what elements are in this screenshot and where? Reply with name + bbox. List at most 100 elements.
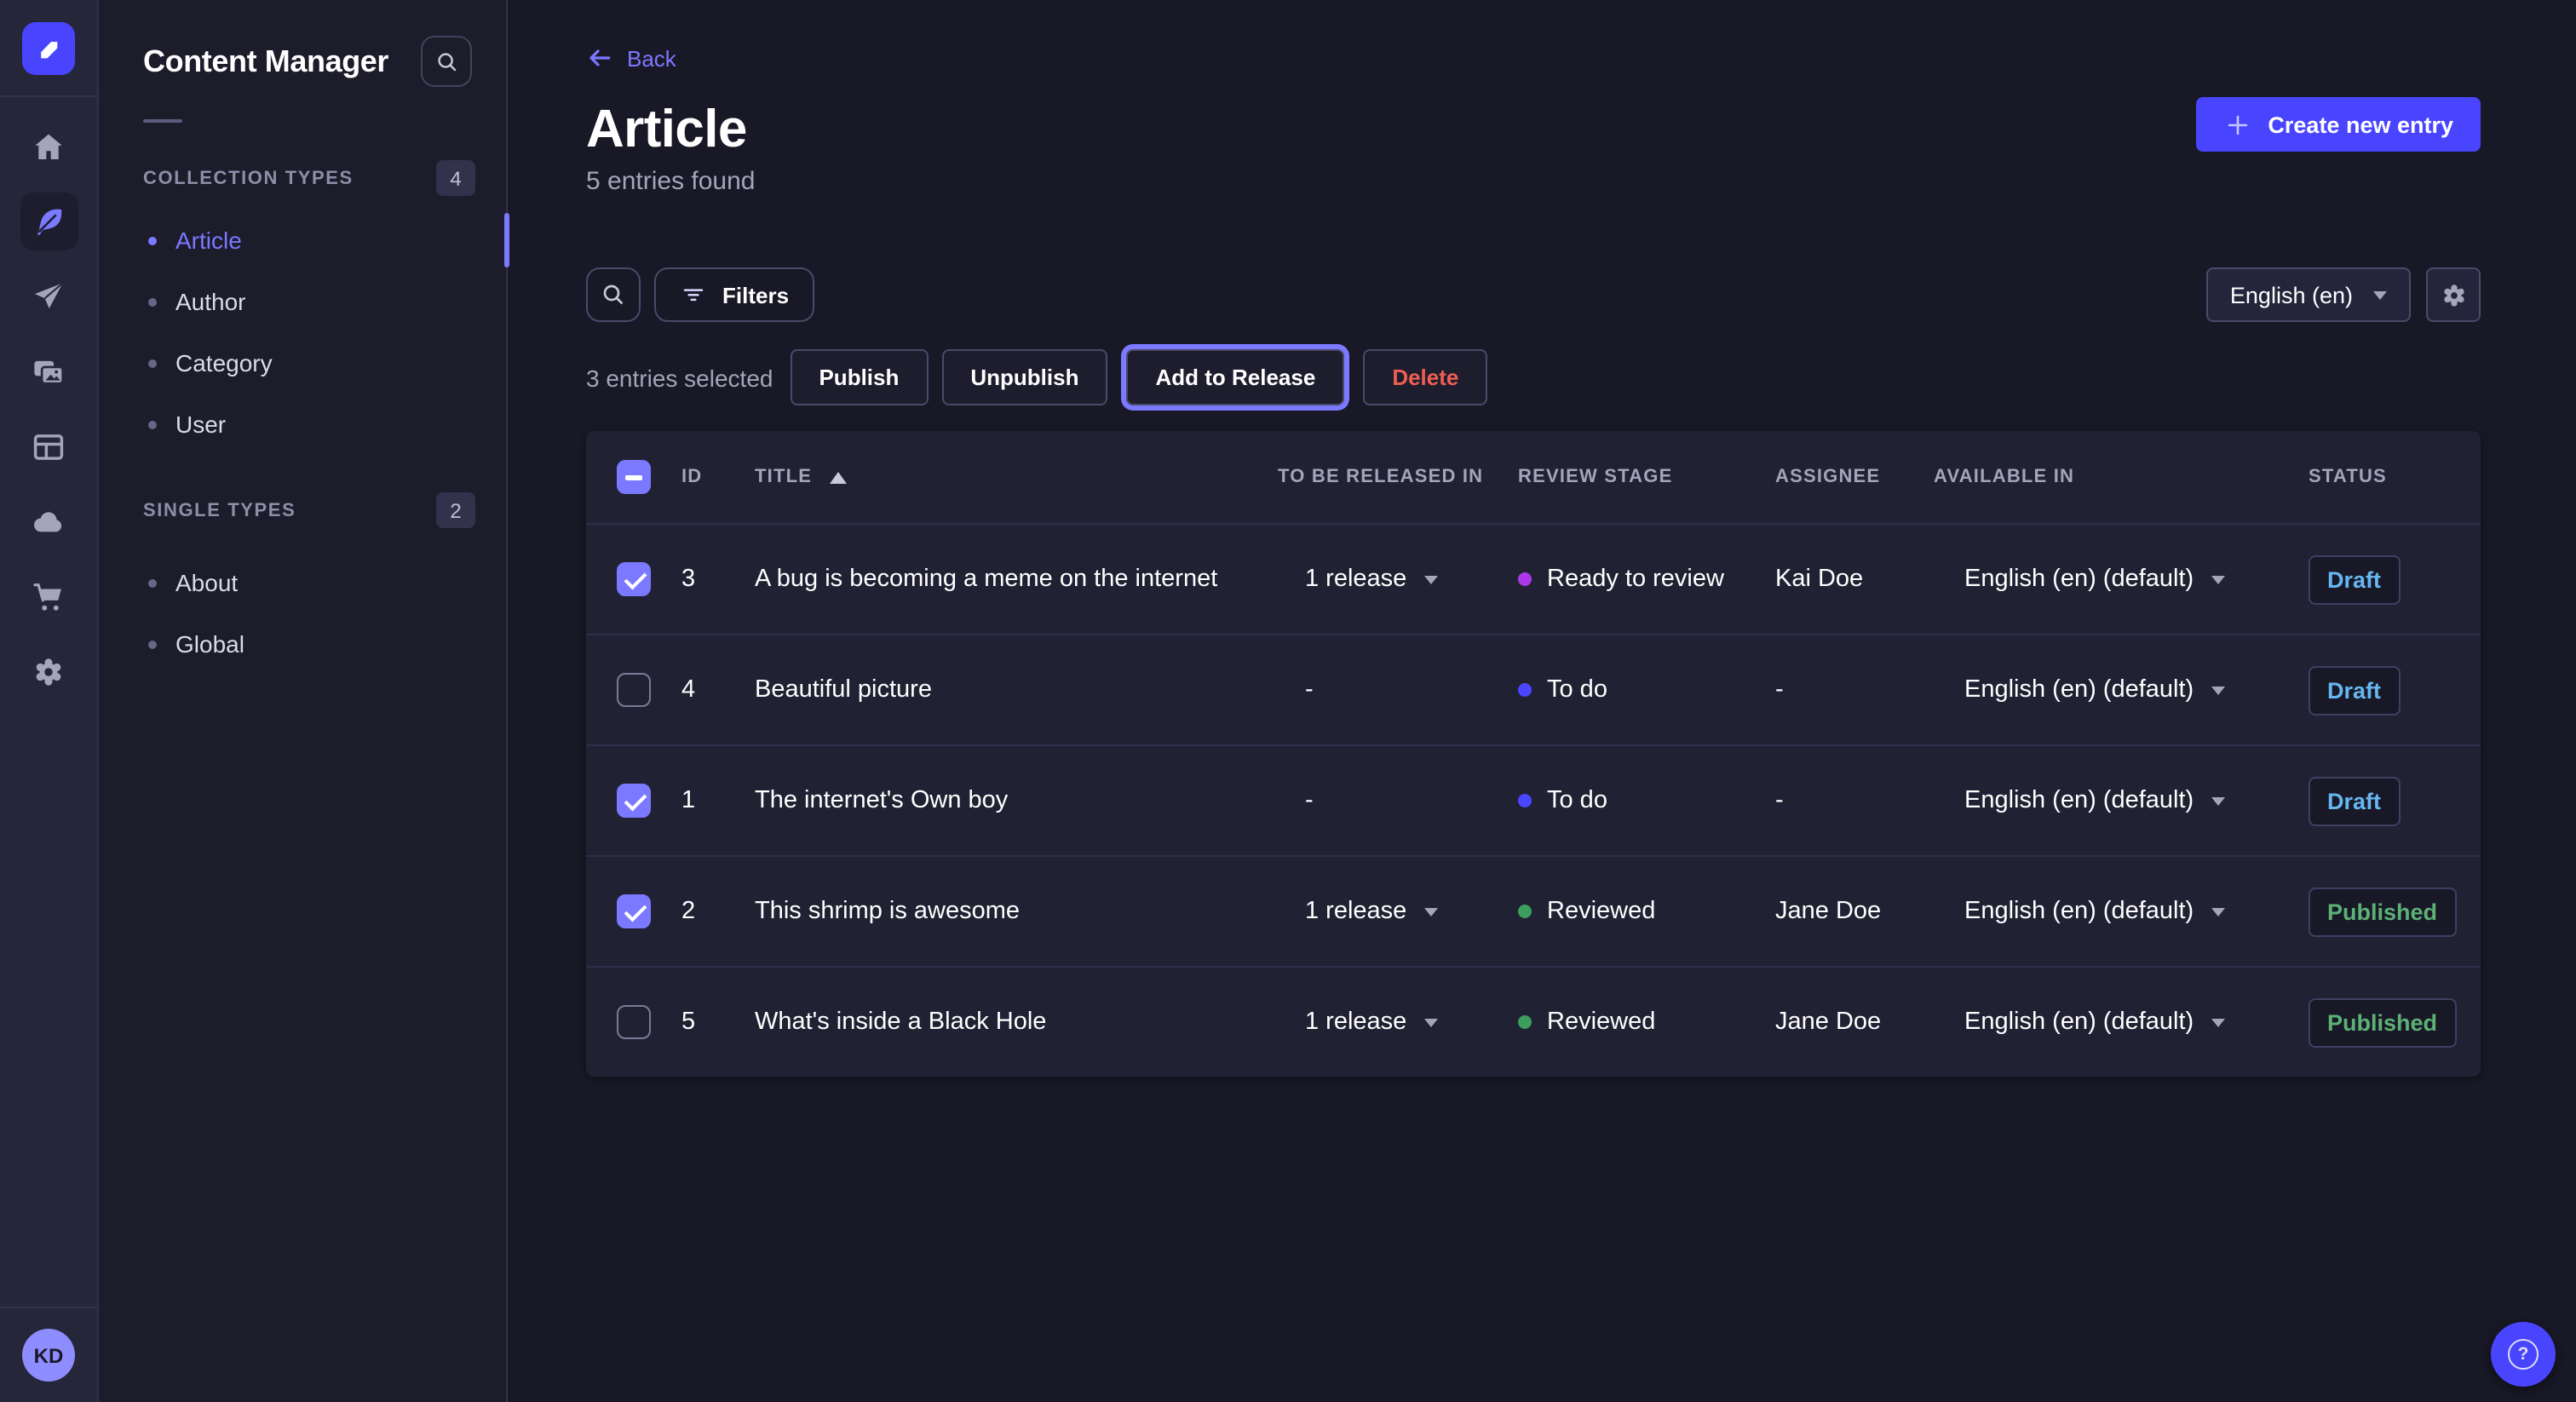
column-header-stage[interactable]: REVIEW STAGE [1503, 467, 1762, 487]
entries-count: 5 entries found [586, 167, 2481, 196]
filters-button[interactable]: Filters [654, 267, 814, 322]
sidebar-item-article[interactable]: Article [99, 210, 506, 271]
create-new-entry-button[interactable]: Create new entry [2196, 97, 2481, 152]
locale-select[interactable]: English (en) [2206, 267, 2411, 322]
table-row[interactable]: 5What's inside a Black Hole 1 release Revi… [586, 966, 2481, 1077]
sidebar-section-list: About Global [99, 552, 506, 675]
row-status-cell: Draft [2283, 554, 2481, 604]
status-badge: Published [2309, 887, 2456, 936]
table-row[interactable]: 4Beautiful picture-To do-English (en) (d… [586, 634, 2481, 744]
sidebar-item-about[interactable]: About [99, 552, 506, 613]
row-checkbox[interactable] [617, 1005, 651, 1039]
unpublish-button[interactable]: Unpublish [941, 349, 1107, 405]
row-release-value: - [1305, 676, 1314, 704]
select-all-checkbox[interactable] [617, 460, 651, 494]
column-header-title-label: TITLE [755, 467, 812, 487]
back-arrow-icon [586, 44, 613, 72]
stage-dot-icon [1518, 1015, 1532, 1029]
entries-table-body: 3A bug is becoming a meme on the interne… [586, 523, 2481, 1077]
sidebar-search-button[interactable] [421, 36, 472, 87]
row-assignee: Kai Doe [1762, 566, 1918, 593]
sidebar-section-list: ArticleAuthorCategory User [99, 210, 506, 455]
column-header-assignee[interactable]: ASSIGNEE [1762, 467, 1918, 487]
sidebar-section-label: SINGLE TYPES [143, 500, 296, 520]
row-review-stage: To do [1503, 676, 1762, 704]
create-new-entry-label: Create new entry [2268, 112, 2453, 137]
deployments-cloud-icon[interactable] [20, 492, 78, 550]
row-checkbox[interactable] [617, 784, 651, 818]
row-locale-dropdown[interactable]: English (en) (default) [1918, 787, 2283, 814]
status-badge: Draft [2309, 776, 2400, 825]
column-header-available[interactable]: AVAILABLE IN [1918, 467, 2283, 487]
row-locale-dropdown[interactable]: English (en) (default) [1918, 566, 2283, 593]
chevron-down-icon [2211, 575, 2224, 583]
column-header-status[interactable]: STATUS [2283, 467, 2481, 487]
row-locale-dropdown[interactable]: English (en) (default) [1918, 1008, 2283, 1036]
column-header-id[interactable]: ID [668, 467, 743, 487]
row-review-stage: To do [1503, 787, 1762, 814]
row-title: What's inside a Black Hole [743, 1008, 1261, 1036]
search-icon [434, 49, 459, 74]
sidebar-item-category[interactable]: Category [99, 332, 506, 394]
sidebar-item-user[interactable]: User [99, 394, 506, 455]
row-review-stage: Ready to review [1503, 566, 1762, 593]
content-manager-sidebar: Content Manager COLLECTION TYPES4Article… [99, 0, 508, 1402]
row-checkbox[interactable] [617, 673, 651, 707]
row-locale-dropdown[interactable]: English (en) (default) [1918, 676, 2283, 704]
row-release-dropdown[interactable]: 1 release [1261, 566, 1503, 593]
column-header-release[interactable]: TO BE RELEASED IN [1261, 467, 1503, 487]
media-library-icon[interactable] [20, 342, 78, 400]
sidebar-item-author[interactable]: Author [99, 271, 506, 332]
sidebar-item-label: About [175, 569, 238, 596]
row-title: Beautiful picture [743, 676, 1261, 704]
row-release-dropdown[interactable]: 1 release [1261, 1008, 1503, 1036]
stage-dot-icon [1518, 794, 1532, 807]
user-avatar[interactable]: KD [22, 1329, 75, 1382]
releases-icon[interactable] [20, 267, 78, 325]
row-release-value: 1 release [1305, 1008, 1406, 1036]
row-id: 5 [668, 1008, 743, 1036]
delete-button[interactable]: Delete [1363, 349, 1487, 405]
bullet-icon [148, 236, 157, 244]
row-status-cell: Published [2283, 887, 2481, 936]
row-checkbox[interactable] [617, 562, 651, 596]
column-header-title[interactable]: TITLE [743, 467, 1261, 487]
row-release-dropdown: - [1261, 787, 1503, 814]
table-row[interactable]: 2This shrimp is awesome1 releaseReviewed… [586, 855, 2481, 966]
row-id: 4 [668, 676, 743, 704]
publish-button[interactable]: Publish [790, 349, 928, 405]
row-status-cell: Draft [2283, 665, 2481, 715]
row-stage-label: Reviewed [1547, 1008, 1655, 1036]
marketplace-cart-icon[interactable] [20, 567, 78, 625]
sidebar-item-label: User [175, 411, 226, 438]
home-icon[interactable] [20, 118, 78, 175]
row-id: 2 [668, 898, 743, 925]
chevron-down-icon [1423, 575, 1437, 583]
view-settings-button[interactable] [2426, 267, 2481, 322]
row-checkbox-cell [586, 894, 668, 928]
help-button[interactable]: ? [2491, 1322, 2556, 1387]
chevron-down-icon [1423, 907, 1437, 916]
sidebar-section-header: SINGLE TYPES2 [99, 492, 506, 528]
row-checkbox-cell [586, 784, 668, 818]
back-link[interactable]: Back [586, 44, 676, 72]
add-to-release-button[interactable]: Add to Release [1126, 349, 1344, 405]
status-badge: Draft [2309, 665, 2400, 715]
row-locale-dropdown[interactable]: English (en) (default) [1918, 898, 2283, 925]
content-type-builder-icon[interactable] [20, 417, 78, 475]
strapi-logo[interactable] [22, 22, 75, 75]
row-checkbox[interactable] [617, 894, 651, 928]
row-id: 1 [668, 787, 743, 814]
settings-gear-icon[interactable] [20, 642, 78, 700]
row-review-stage: Reviewed [1503, 898, 1762, 925]
sidebar-title: Content Manager [143, 43, 388, 79]
sidebar-item-global[interactable]: Global [99, 613, 506, 675]
table-row[interactable]: 3A bug is becoming a meme on the interne… [586, 523, 2481, 634]
gear-icon [2439, 280, 2468, 309]
table-row[interactable]: 1The internet's Own boy-To do-English (e… [586, 744, 2481, 855]
table-search-button[interactable] [586, 267, 641, 322]
row-release-dropdown[interactable]: 1 release [1261, 898, 1503, 925]
content-manager-icon[interactable] [20, 192, 78, 250]
filters-label: Filters [722, 282, 789, 307]
row-release-value: - [1305, 787, 1314, 814]
